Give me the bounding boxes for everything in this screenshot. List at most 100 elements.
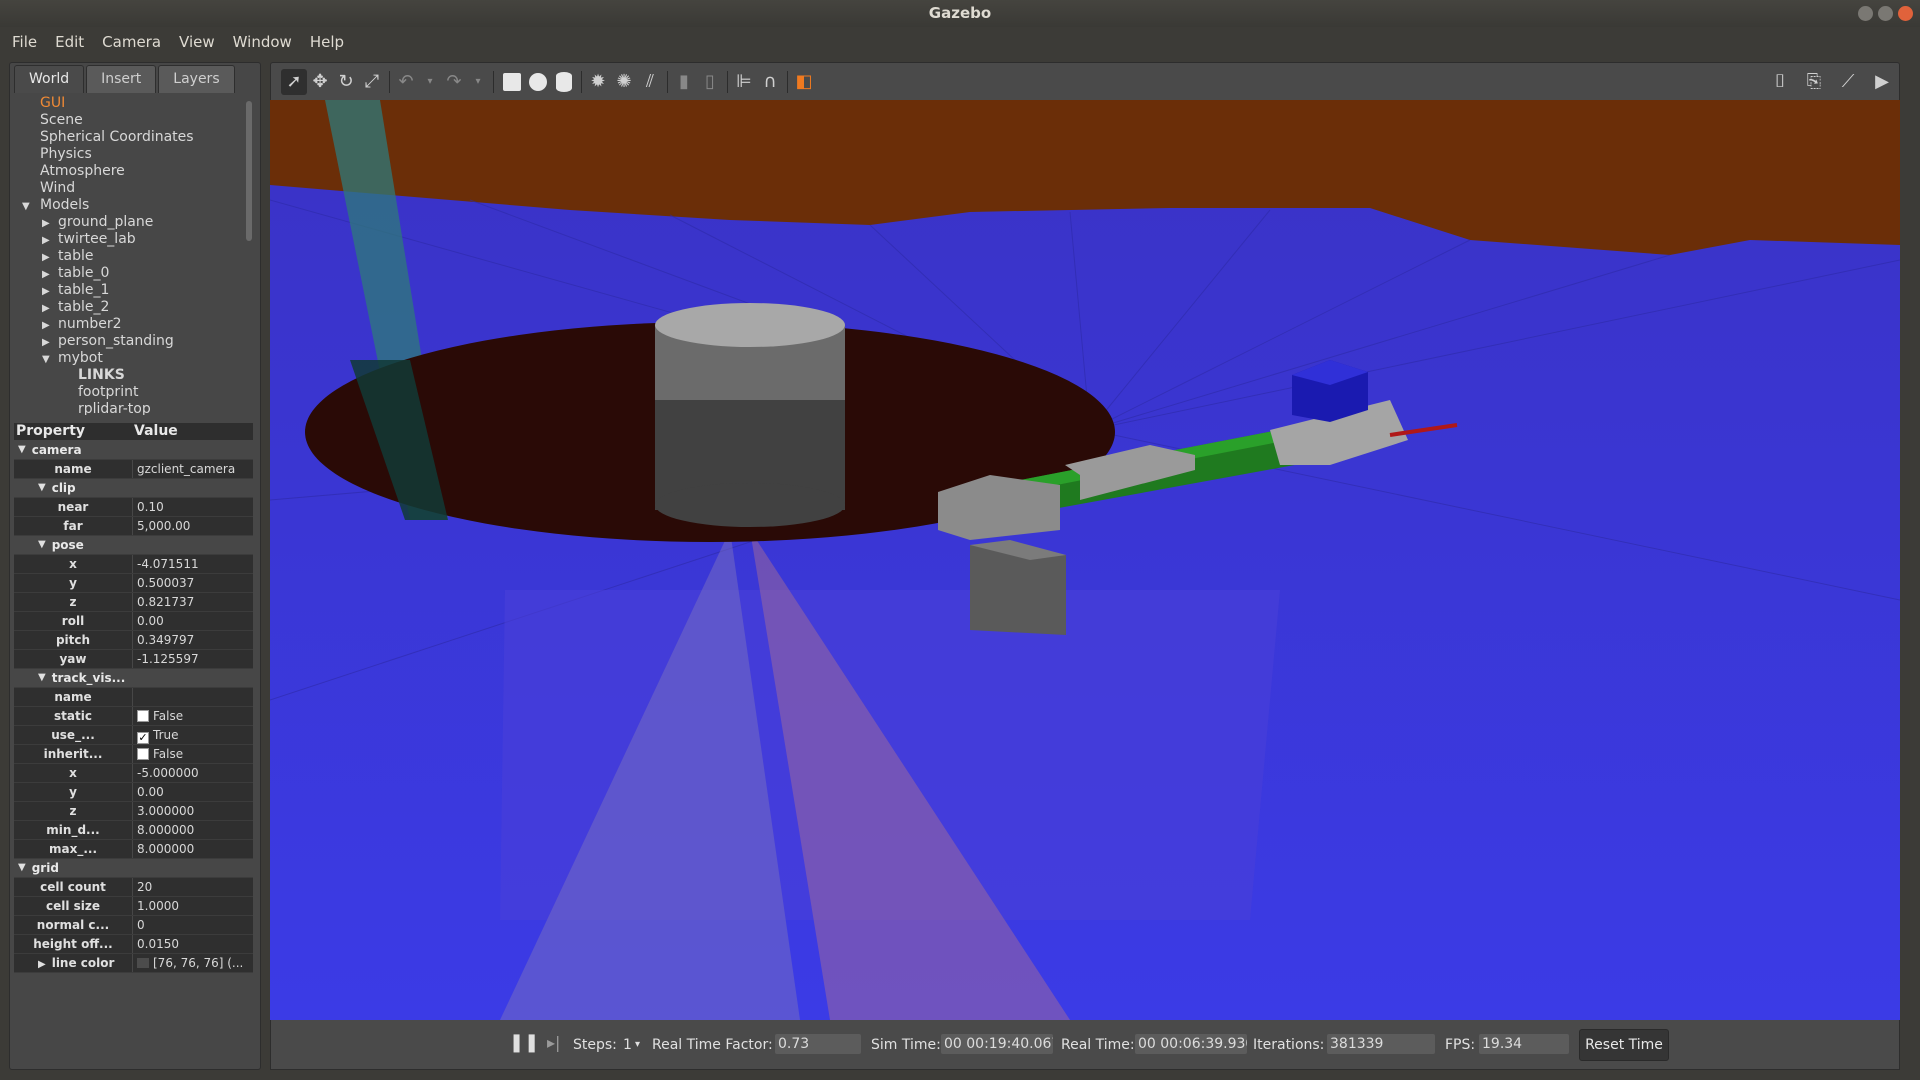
- expand-right-icon[interactable]: ▶: [42, 317, 54, 334]
- expand-right-icon[interactable]: ▶: [42, 215, 54, 232]
- property-row[interactable]: name gzclient_camera: [14, 460, 253, 479]
- log-icon[interactable]: ⎘: [1801, 69, 1827, 95]
- rotate-icon[interactable]: ↻: [333, 69, 359, 95]
- redo-icon[interactable]: ↷: [441, 69, 467, 95]
- property-row[interactable]: z 3.000000: [14, 802, 253, 821]
- reset-time-button[interactable]: Reset Time: [1579, 1029, 1669, 1061]
- copy-icon[interactable]: ▮: [671, 69, 697, 95]
- directional-light-icon[interactable]: ⫽: [637, 69, 663, 95]
- property-row[interactable]: yaw -1.125597: [14, 650, 253, 669]
- property-row[interactable]: min_d... 8.000000: [14, 821, 253, 840]
- property-value[interactable]: 3.000000: [133, 802, 253, 820]
- property-group-row[interactable]: ▼ track_vis...: [14, 669, 253, 688]
- expand-down-icon[interactable]: ▼: [38, 479, 46, 497]
- expand-down-icon[interactable]: ▼: [38, 669, 46, 687]
- maximize-icon[interactable]: [1878, 6, 1893, 21]
- scale-icon[interactable]: ⤢: [359, 69, 385, 95]
- property-value[interactable]: gzclient_camera: [133, 460, 253, 478]
- menu-camera[interactable]: Camera: [96, 33, 167, 51]
- tree-item-gui[interactable]: GUI: [14, 95, 254, 112]
- property-value[interactable]: ✓ True: [133, 726, 253, 744]
- tree-item-scene[interactable]: Scene: [14, 112, 254, 129]
- sphere-icon[interactable]: [525, 69, 551, 95]
- menu-help[interactable]: Help: [304, 33, 350, 51]
- property-value[interactable]: 0.00: [133, 783, 253, 801]
- steps-value[interactable]: 1: [623, 1035, 632, 1055]
- tree-item-wind[interactable]: Wind: [14, 180, 254, 197]
- tree-item-person-standing[interactable]: ▶ person_standing: [14, 333, 254, 350]
- property-value[interactable]: 8.000000: [133, 840, 253, 858]
- point-light-icon[interactable]: ✹: [585, 69, 611, 95]
- tab-insert[interactable]: Insert: [86, 65, 157, 93]
- property-row[interactable]: z 0.821737: [14, 593, 253, 612]
- tab-layers[interactable]: Layers: [158, 65, 235, 93]
- pause-icon[interactable]: ❚❚: [509, 1033, 539, 1053]
- property-row[interactable]: cell size 1.0000: [14, 897, 253, 916]
- property-value[interactable]: -5.000000: [133, 764, 253, 782]
- spot-light-icon[interactable]: ✺: [611, 69, 637, 95]
- property-value[interactable]: 0.349797: [133, 631, 253, 649]
- tree-item-table-2[interactable]: ▶ table_2: [14, 299, 254, 316]
- undo-icon[interactable]: ↶: [393, 69, 419, 95]
- expand-down-icon[interactable]: ▼: [18, 859, 26, 877]
- property-row[interactable]: y 0.500037: [14, 574, 253, 593]
- property-row[interactable]: cell count 20: [14, 878, 253, 897]
- property-value[interactable]: 5,000.00: [133, 517, 253, 535]
- tree-item-rplidar-top[interactable]: rplidar-top: [14, 401, 254, 415]
- tree-item-table-1[interactable]: ▶ table_1: [14, 282, 254, 299]
- property-value[interactable]: 0.10: [133, 498, 253, 516]
- tree-item-links[interactable]: LINKS: [14, 367, 254, 384]
- property-row[interactable]: far 5,000.00: [14, 517, 253, 536]
- tree-item-models[interactable]: ▼ Models: [14, 197, 254, 214]
- property-row[interactable]: static False: [14, 707, 253, 726]
- menu-file[interactable]: File: [6, 33, 43, 51]
- property-row[interactable]: x -5.000000: [14, 764, 253, 783]
- property-value[interactable]: 1.0000: [133, 897, 253, 915]
- screenshot-icon[interactable]: ⌷: [1767, 69, 1793, 95]
- property-value[interactable]: 0: [133, 916, 253, 934]
- video-icon[interactable]: ▶: [1869, 69, 1895, 95]
- paste-icon[interactable]: ▯: [697, 69, 723, 95]
- expand-down-icon[interactable]: ▼: [18, 441, 26, 459]
- expand-right-icon[interactable]: ▶: [38, 959, 46, 970]
- property-value[interactable]: -1.125597: [133, 650, 253, 668]
- cylinder-icon[interactable]: [551, 69, 577, 95]
- property-value[interactable]: 8.000000: [133, 821, 253, 839]
- menu-edit[interactable]: Edit: [49, 33, 90, 51]
- property-row[interactable]: pitch 0.349797: [14, 631, 253, 650]
- property-row[interactable]: normal c... 0: [14, 916, 253, 935]
- select-icon[interactable]: ➚: [281, 69, 307, 95]
- property-row[interactable]: height off... 0.0150: [14, 935, 253, 954]
- redo-dropdown-icon[interactable]: ▾: [465, 69, 491, 95]
- align-icon[interactable]: ⊫: [731, 69, 757, 95]
- menu-view[interactable]: View: [173, 33, 221, 51]
- box-icon[interactable]: [499, 69, 525, 95]
- property-row[interactable]: use_... ✓ True: [14, 726, 253, 745]
- property-value[interactable]: False: [133, 745, 253, 763]
- expand-down-icon[interactable]: ▼: [38, 536, 46, 554]
- step-icon[interactable]: ▸|: [547, 1033, 560, 1053]
- minimize-icon[interactable]: [1858, 6, 1873, 21]
- property-value[interactable]: [76, 76, 76] (...: [133, 954, 253, 972]
- 3d-viewport[interactable]: [270, 100, 1900, 1020]
- tree-item-table-0[interactable]: ▶ table_0: [14, 265, 254, 282]
- plot-icon[interactable]: ⟋: [1835, 69, 1861, 95]
- property-row[interactable]: max_... 8.000000: [14, 840, 253, 859]
- expand-right-icon[interactable]: ▶: [42, 300, 54, 317]
- tree-item-mybot[interactable]: ▼ mybot: [14, 350, 254, 367]
- tree-item-atmosphere[interactable]: Atmosphere: [14, 163, 254, 180]
- expand-right-icon[interactable]: ▶: [42, 232, 54, 249]
- expand-down-icon[interactable]: ▼: [42, 351, 54, 368]
- expand-right-icon[interactable]: ▶: [42, 249, 54, 266]
- checkbox-unchecked-icon[interactable]: [137, 710, 149, 722]
- tree-item-physics[interactable]: Physics: [14, 146, 254, 163]
- tree-scrollbar[interactable]: [246, 101, 252, 241]
- tree-item-twirtee-lab[interactable]: ▶ twirtee_lab: [14, 231, 254, 248]
- close-icon[interactable]: [1898, 6, 1913, 21]
- property-group-row[interactable]: ▼ pose: [14, 536, 253, 555]
- property-value[interactable]: 0.0150: [133, 935, 253, 953]
- property-row[interactable]: near 0.10: [14, 498, 253, 517]
- property-group-row[interactable]: ▼ grid: [14, 859, 253, 878]
- property-value[interactable]: [133, 688, 253, 706]
- property-value[interactable]: False: [133, 707, 253, 725]
